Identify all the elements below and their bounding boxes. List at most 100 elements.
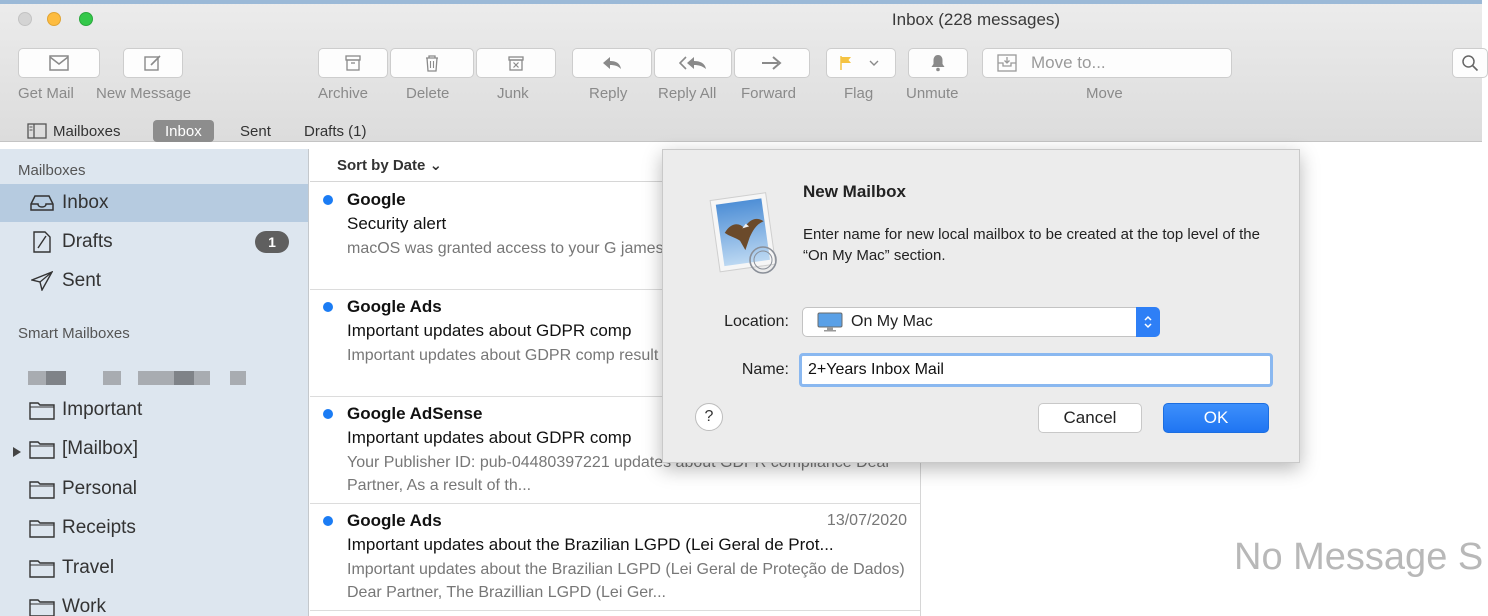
reply-button[interactable] [572,48,652,78]
get-mail-button[interactable] [18,48,100,78]
sidebar-folder-personal[interactable]: Personal [0,470,308,508]
ok-button[interactable]: OK [1163,403,1269,433]
forward-button[interactable] [734,48,810,78]
trash-icon [426,55,438,72]
forward-icon [762,56,782,70]
message-preview: Important updates about the Brazilian LG… [347,561,905,601]
window-top-edge [0,0,1482,4]
window-toolbar: Inbox (228 messages) Get Mail New Messag… [0,0,1488,142]
sidebar-folder-important[interactable]: Important [0,391,308,429]
unread-indicator [323,409,333,419]
message-date: 13/07/2020 [826,512,907,529]
new-message-label: New Message [96,85,192,102]
mailboxes-header: Mailboxes [18,162,86,179]
favorite-sent-label: Sent [240,122,271,140]
archive-icon [345,55,361,71]
location-stepper[interactable] [1136,307,1160,337]
move-tray-icon [997,54,1017,72]
sidebar-folder-work[interactable]: Work [0,588,308,616]
favorite-inbox-label: Inbox [165,122,202,140]
move-to-placeholder: Move to... [1031,53,1106,72]
flag-button[interactable] [826,48,896,78]
message-sender: Google Ads [347,297,442,316]
sidebar-toggle-icon [27,123,47,139]
location-value: On My Mac [851,313,933,330]
sidebar-item-label: Work [62,596,106,616]
up-down-chevron-icon [1144,315,1152,329]
forward-label: Forward [741,85,797,102]
message-subject: Important updates about the Brazilian LG… [347,535,834,554]
sent-icon [28,269,56,293]
sidebar-item-label: Travel [62,557,115,578]
message-subject: Important updates about GDPR comp [347,428,632,447]
favorite-inbox-button[interactable]: Inbox [153,120,214,142]
move-label: Move [1086,85,1123,102]
sidebar-item-label: Drafts [62,231,113,252]
delete-button[interactable] [390,48,474,78]
computer-icon [817,312,843,332]
new-message-button[interactable] [123,48,183,78]
folder-icon [28,398,56,422]
sidebar-folder-travel[interactable]: Travel [0,549,308,587]
unread-indicator [323,195,333,205]
favorite-drafts-label: Drafts (1) [304,122,367,140]
location-select[interactable]: On My Mac [802,307,1160,337]
archive-button[interactable] [318,48,388,78]
reply-all-icon [679,56,706,70]
sidebar-folder-mailbox[interactable]: [Mailbox] [0,430,308,468]
reply-label: Reply [589,85,628,102]
unread-indicator [323,302,333,312]
favorite-sent-button[interactable]: Sent [240,120,271,142]
drafts-count-badge: 1 [255,231,289,253]
dialog-title: New Mailbox [803,182,906,201]
sidebar-item-label: Receipts [62,517,136,538]
sidebar-item-label: Sent [62,270,102,291]
delete-label: Delete [406,85,450,102]
reply-icon [603,57,621,69]
favorites-bar: Mailboxes Inbox Sent Drafts (1) [0,114,1482,148]
reply-all-button[interactable] [654,48,732,78]
sidebar-item-label: Inbox [62,192,109,213]
sidebar-folder-receipts[interactable]: Receipts [0,509,308,547]
mailbox-sidebar: Mailboxes Inbox Drafts 1 Sent Smart Mail… [0,149,309,616]
message-sender: Google [347,190,406,209]
favorite-mailboxes-button[interactable]: Mailboxes [27,120,121,142]
bell-icon [931,55,945,72]
chevron-down-icon [869,60,879,66]
favorite-drafts-button[interactable]: Drafts (1) [304,120,367,142]
message-row[interactable]: Google Ads 13/07/2020 Important updates … [310,504,920,611]
reply-all-label: Reply All [658,85,717,102]
disclosure-triangle-icon[interactable] [12,442,22,464]
folder-icon [28,477,56,501]
unmute-button[interactable] [908,48,968,78]
help-button[interactable]: ? [695,403,723,431]
search-button[interactable] [1452,48,1488,78]
message-subject: Security alert [347,214,447,233]
sidebar-item-inbox[interactable]: Inbox [0,184,308,222]
redacted-block [138,371,174,385]
flag-label: Flag [844,85,874,102]
location-label: Location: [724,313,789,330]
search-icon [1462,55,1479,72]
sidebar-item-sent[interactable]: Sent [0,262,308,300]
dialog-message: Enter name for new local mailbox to be c… [803,226,1260,264]
window-title: Inbox (228 messages) [891,10,1061,29]
drafts-icon [28,230,56,254]
junk-button[interactable] [476,48,556,78]
sidebar-item-label: Important [62,399,143,420]
compose-icon [144,55,161,71]
sidebar-item-drafts[interactable]: Drafts 1 [0,223,308,261]
flag-icon [840,56,851,70]
junk-label: Junk [497,85,529,102]
favorite-mailboxes-label: Mailboxes [53,122,121,140]
redacted-block [230,371,246,385]
cancel-button[interactable]: Cancel [1038,403,1142,433]
move-to-dropdown[interactable]: Move to... [982,48,1232,78]
redacted-block [103,371,121,385]
folder-icon [28,516,56,540]
mailbox-name-input[interactable] [799,353,1273,387]
redacted-block [46,371,66,385]
unread-indicator [323,516,333,526]
unmute-label: Unmute [906,85,959,102]
envelope-icon [49,55,69,71]
